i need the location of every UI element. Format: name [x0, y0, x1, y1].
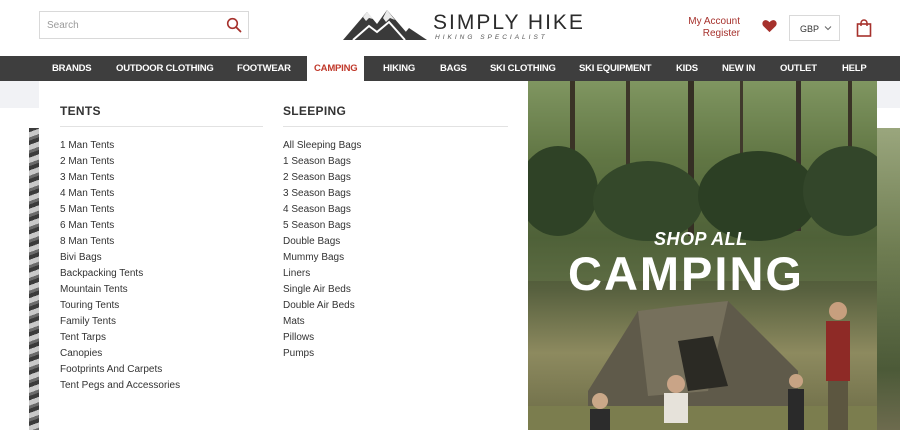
search-input[interactable] — [40, 12, 220, 38]
list-item[interactable]: Single Air Beds — [283, 282, 361, 298]
sleeping-divider — [283, 126, 508, 127]
sleeping-list: All Sleeping Bags 1 Season Bags 2 Season… — [283, 138, 361, 362]
list-item[interactable]: 1 Season Bags — [283, 154, 361, 170]
currency-selector[interactable]: GBP — [789, 15, 840, 41]
shopping-bag-icon[interactable] — [856, 19, 872, 37]
logo-title: SIMPLY HIKE — [433, 11, 585, 34]
list-item[interactable]: Double Bags — [283, 234, 361, 250]
nav-item-help[interactable]: HELP — [842, 56, 867, 81]
list-item[interactable]: Liners — [283, 266, 361, 282]
nav-item-outdoor-clothing[interactable]: OUTDOOR CLOTHING — [116, 56, 214, 81]
nav-item-kids[interactable]: KIDS — [676, 56, 698, 81]
list-item[interactable]: Double Air Beds — [283, 298, 361, 314]
site-header: SIMPLY HIKE HIKING SPECIALIST My Account… — [0, 0, 900, 56]
list-item[interactable]: Pumps — [283, 346, 361, 362]
list-item[interactable]: 3 Season Bags — [283, 186, 361, 202]
nav-item-footwear[interactable]: FOOTWEAR — [237, 56, 291, 81]
sleeping-heading[interactable]: SLEEPING — [283, 104, 346, 118]
list-item[interactable]: Canopies — [60, 346, 180, 362]
camping-mega-menu: TENTS 1 Man Tents 2 Man Tents 3 Man Tent… — [39, 81, 877, 430]
list-item[interactable]: 2 Season Bags — [283, 170, 361, 186]
nav-item-outlet[interactable]: OUTLET — [780, 56, 817, 81]
list-item[interactable]: Touring Tents — [60, 298, 180, 314]
nav-item-hiking[interactable]: HIKING — [383, 56, 415, 81]
nav-item-ski-equipment[interactable]: SKI EQUIPMENT — [579, 56, 652, 81]
tents-divider — [60, 126, 263, 127]
list-item[interactable]: Family Tents — [60, 314, 180, 330]
list-item[interactable]: 4 Man Tents — [60, 186, 180, 202]
my-account-link[interactable]: My Account — [676, 16, 740, 28]
list-item[interactable]: 6 Man Tents — [60, 218, 180, 234]
nav-item-camping[interactable]: CAMPING — [307, 56, 365, 81]
list-item[interactable]: Tent Pegs and Accessories — [60, 378, 180, 394]
list-item[interactable]: 5 Season Bags — [283, 218, 361, 234]
list-item[interactable]: 3 Man Tents — [60, 170, 180, 186]
list-item[interactable]: Pillows — [283, 330, 361, 346]
tents-list: 1 Man Tents 2 Man Tents 3 Man Tents 4 Ma… — [60, 138, 180, 394]
nav-item-ski-clothing[interactable]: SKI CLOTHING — [490, 56, 556, 81]
list-item[interactable]: Mummy Bags — [283, 250, 361, 266]
shop-all-camping-banner[interactable]: SHOP ALL CAMPING — [528, 81, 877, 430]
register-link[interactable]: Register — [676, 28, 740, 40]
heart-icon[interactable] — [762, 19, 777, 33]
mountain-logo-icon — [343, 10, 427, 41]
background-image-right — [876, 128, 900, 430]
nav-item-brands[interactable]: BRANDS — [52, 56, 92, 81]
list-item[interactable]: All Sleeping Bags — [283, 138, 361, 154]
logo-subtitle: HIKING SPECIALIST — [435, 34, 548, 41]
site-logo[interactable]: SIMPLY HIKE HIKING SPECIALIST — [343, 6, 583, 42]
nav-item-bags[interactable]: BAGS — [440, 56, 467, 81]
list-item[interactable]: 1 Man Tents — [60, 138, 180, 154]
list-item[interactable]: 4 Season Bags — [283, 202, 361, 218]
list-item[interactable]: Mats — [283, 314, 361, 330]
list-item[interactable]: 8 Man Tents — [60, 234, 180, 250]
list-item[interactable]: Tent Tarps — [60, 330, 180, 346]
nav-item-new-in[interactable]: NEW IN — [722, 56, 755, 81]
list-item[interactable]: Footprints And Carpets — [60, 362, 180, 378]
list-item[interactable]: 2 Man Tents — [60, 154, 180, 170]
currency-label: GBP — [800, 24, 820, 34]
list-item[interactable]: 5 Man Tents — [60, 202, 180, 218]
main-navigation: BRANDS OUTDOOR CLOTHING FOOTWEAR CAMPING… — [0, 56, 900, 81]
search-box[interactable] — [39, 11, 249, 39]
list-item[interactable]: Mountain Tents — [60, 282, 180, 298]
tents-heading[interactable]: TENTS — [60, 104, 101, 118]
chevron-down-icon — [824, 26, 832, 31]
promo-title: CAMPING — [568, 247, 804, 300]
account-links: My Account Register — [676, 16, 740, 40]
search-icon[interactable] — [226, 17, 242, 33]
list-item[interactable]: Bivi Bags — [60, 250, 180, 266]
list-item[interactable]: Backpacking Tents — [60, 266, 180, 282]
